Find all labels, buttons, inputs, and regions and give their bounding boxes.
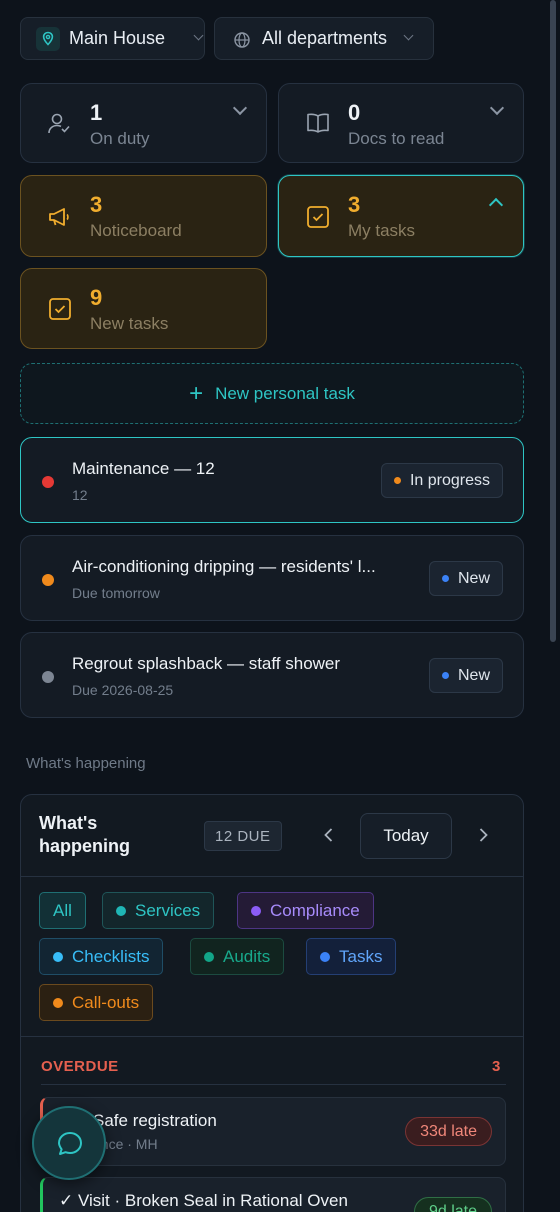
- chip-checklists[interactable]: Checklists: [39, 938, 164, 975]
- status-badge: New: [428, 658, 503, 693]
- plus-icon: +: [189, 379, 204, 407]
- today-button[interactable]: Today: [360, 813, 452, 859]
- panel-header: What's happening 12 DUE Today: [21, 795, 523, 877]
- event-row[interactable]: Safe registration ance · MH 33d late: [40, 1097, 506, 1166]
- priority-dot: [42, 574, 54, 586]
- my-tasks-count: 3: [348, 192, 361, 217]
- chevron-down-icon: [403, 30, 414, 41]
- on-duty-count: 1: [90, 100, 103, 125]
- location-selector[interactable]: Main House: [20, 17, 205, 60]
- department-label: All departments: [262, 28, 388, 48]
- task-title: Maintenance — 12: [72, 459, 215, 478]
- task-subtitle: Due tomorrow: [72, 585, 160, 601]
- task-title: Regrout splashback — staff shower: [72, 654, 341, 673]
- scrollbar-track[interactable]: [550, 0, 560, 1212]
- noticeboard-count: 3: [90, 192, 103, 217]
- prev-arrow-icon[interactable]: [319, 825, 339, 845]
- checkbox-icon: [306, 205, 330, 234]
- noticeboard-label: Noticeboard: [90, 221, 182, 240]
- new-personal-task-button[interactable]: + New personal task: [20, 363, 524, 424]
- docs-card[interactable]: 0 Docs to read: [278, 83, 524, 163]
- location-label: Main House: [69, 28, 166, 48]
- panel-title: What's happening: [39, 813, 130, 856]
- new-tasks-label: New tasks: [90, 314, 169, 333]
- priority-dot: [42, 476, 54, 488]
- chevron-down-icon: [193, 30, 204, 41]
- task-title: Air-conditioning dripping — residents' l…: [72, 557, 376, 576]
- new-tasks-count: 9: [90, 285, 103, 310]
- chip-services[interactable]: Services: [102, 892, 215, 929]
- event-row[interactable]: ✓ Visit · Broken Seal in Rational Oven 9…: [40, 1177, 506, 1212]
- divider: [21, 1036, 523, 1037]
- department-selector[interactable]: All departments: [214, 17, 434, 60]
- status-badge: In progress: [380, 463, 503, 498]
- task-subtitle: Due 2026-08-25: [72, 682, 174, 698]
- globe-icon: [233, 31, 251, 54]
- status-label: New: [457, 569, 490, 587]
- overdue-count: 3: [492, 1058, 501, 1075]
- book-icon: [304, 111, 332, 142]
- chat-button[interactable]: [32, 1106, 106, 1180]
- my-tasks-card[interactable]: 3 My tasks: [278, 175, 524, 257]
- docs-label: Docs to read: [348, 129, 445, 148]
- staff-icon: [46, 111, 72, 142]
- late-badge: 33d late: [405, 1117, 492, 1146]
- task-row[interactable]: Regrout splashback — staff shower Due 20…: [20, 632, 524, 718]
- late-badge: 9d late: [413, 1197, 492, 1212]
- on-duty-card[interactable]: 1 On duty: [20, 83, 267, 163]
- status-label: New: [457, 666, 490, 684]
- chip-audits[interactable]: Audits: [190, 938, 285, 975]
- section-label: What's happening: [26, 755, 146, 772]
- location-pin-icon: [36, 27, 60, 51]
- chevron-down-icon: [232, 100, 248, 116]
- noticeboard-card[interactable]: 3 Noticeboard: [20, 175, 267, 257]
- new-personal-task-label: New personal task: [215, 383, 355, 403]
- chevron-down-icon: [489, 100, 505, 116]
- event-title: Safe registration: [93, 1111, 217, 1130]
- on-duty-label: On duty: [90, 129, 150, 148]
- chip-tasks[interactable]: Tasks: [306, 938, 397, 975]
- scrollbar-thumb[interactable]: [550, 0, 556, 642]
- overdue-divider: [41, 1084, 506, 1085]
- my-tasks-label: My tasks: [348, 221, 416, 240]
- overdue-label: OVERDUE: [41, 1058, 119, 1075]
- status-label: In progress: [409, 471, 490, 489]
- chat-bubble-icon: [55, 1129, 85, 1164]
- chevron-up-icon: [488, 197, 504, 213]
- chip-all[interactable]: All: [39, 892, 86, 929]
- chip-callouts[interactable]: Call-outs: [39, 984, 154, 1021]
- checkbox-icon: [48, 297, 72, 326]
- new-tasks-card[interactable]: 9 New tasks: [20, 268, 267, 349]
- megaphone-icon: [46, 205, 74, 234]
- docs-count: 0: [348, 100, 361, 125]
- chip-compliance[interactable]: Compliance: [237, 892, 374, 929]
- task-row[interactable]: Air-conditioning dripping — residents' l…: [20, 535, 524, 621]
- next-arrow-icon[interactable]: [473, 825, 493, 845]
- event-title: ✓ Visit · Broken Seal in Rational Oven: [59, 1191, 348, 1210]
- status-badge: New: [428, 561, 503, 596]
- task-row[interactable]: Maintenance — 12 12 In progress: [20, 437, 524, 523]
- due-badge: 12 DUE: [204, 821, 282, 851]
- task-subtitle: 12: [72, 487, 88, 503]
- priority-dot: [42, 671, 54, 683]
